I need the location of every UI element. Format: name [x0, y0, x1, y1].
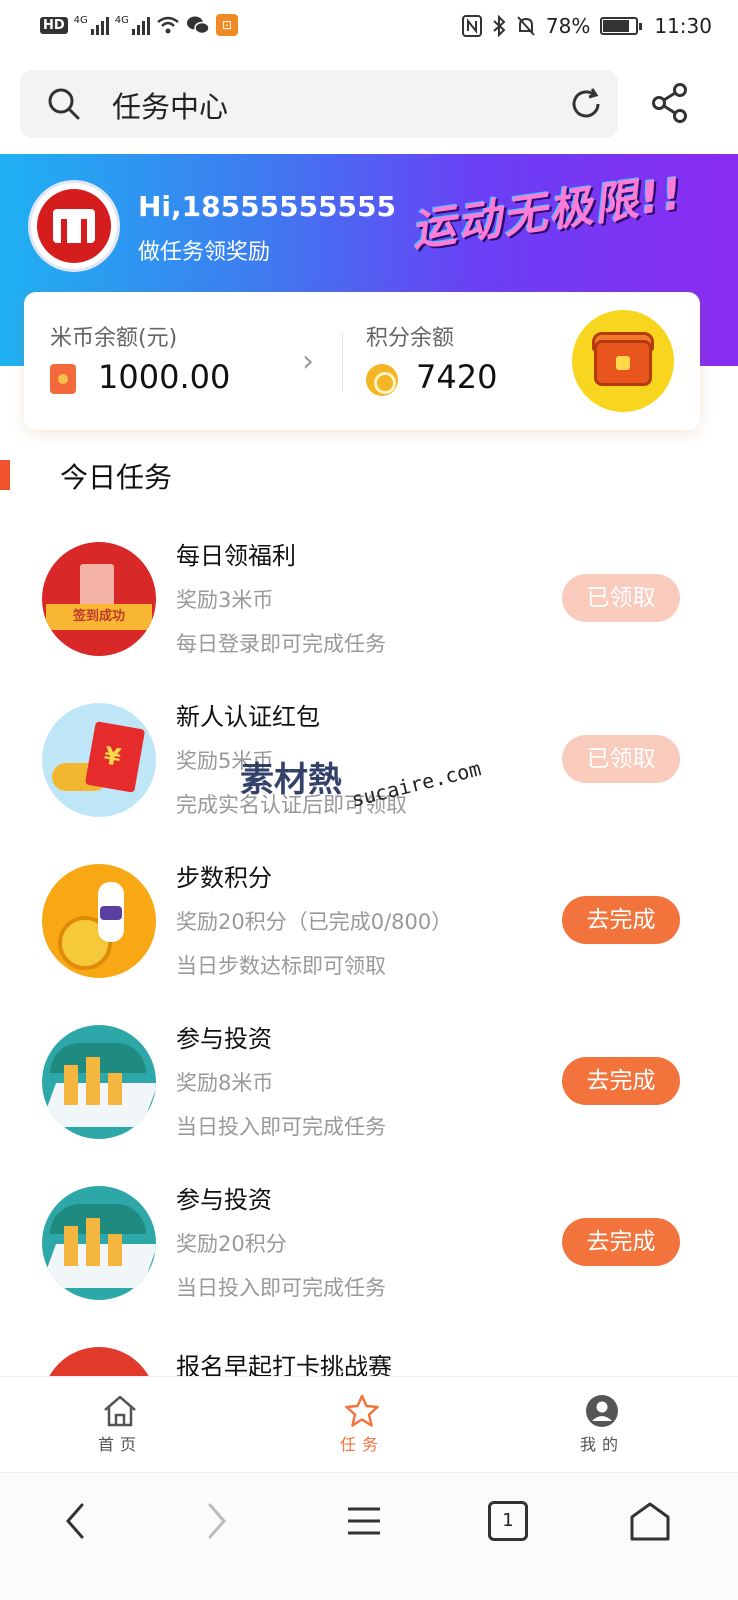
status-bar: HD 4G 4G ⊡ 78% 11:30	[0, 0, 738, 56]
home-outline-icon[interactable]	[628, 1501, 672, 1543]
browser-nav-bar: 1	[0, 1472, 738, 1600]
section-title: 今日任务	[60, 461, 173, 494]
task-title: 每日领福利	[176, 542, 296, 570]
task-item: 参与投资 奖励20积分 当日投入即可完成任务 去完成	[0, 1186, 738, 1346]
page-title: 任务中心	[112, 90, 229, 124]
task-description: 每日登录即可完成任务	[176, 632, 386, 656]
wechat-icon	[186, 16, 210, 35]
search-bar[interactable]: 任务中心	[20, 70, 618, 138]
checkin-ribbon-text: 签到成功	[46, 604, 152, 630]
tab-tasks[interactable]: 任务	[312, 1393, 412, 1455]
battery-icon	[600, 17, 643, 35]
status-right: 78% 11:30	[461, 14, 712, 38]
checkin-thumbnail: 签到成功	[42, 542, 156, 656]
home-icon	[104, 1395, 136, 1427]
task-title: 参与投资	[176, 1186, 272, 1214]
task-title: 参与投资	[176, 1025, 272, 1053]
task-reward: 奖励20积分（已完成0/800）	[176, 910, 453, 934]
network-type-2: 4G	[114, 15, 129, 26]
investment-thumbnail	[42, 1186, 156, 1300]
balance-card: 米币余额(元) 1000.00 › 积分余额 7420	[24, 292, 700, 430]
task-description: 当日投入即可完成任务	[176, 1115, 386, 1139]
back-icon[interactable]	[60, 1501, 90, 1541]
task-item: 报名早起打卡挑战赛	[0, 1347, 738, 1376]
signal-icon-2: 4G	[115, 15, 150, 35]
runner-thumbnail	[42, 864, 156, 978]
go-complete-button[interactable]: 去完成	[562, 1218, 680, 1266]
investment-thumbnail	[42, 1025, 156, 1139]
share-icon[interactable]	[650, 82, 690, 124]
coin-balance-value: 1000.00	[98, 358, 231, 396]
tab-home-label: 首页	[97, 1435, 142, 1454]
points-balance-label: 积分余额	[366, 326, 455, 351]
task-description: 当日投入即可完成任务	[176, 1276, 386, 1300]
claimed-button[interactable]: 已领取	[562, 574, 680, 622]
nfc-icon	[461, 15, 482, 37]
coin-balance[interactable]: 米币余额(元) 1000.00 ›	[24, 292, 342, 430]
red-envelope-icon	[50, 364, 76, 394]
status-left: HD 4G 4G ⊡	[40, 14, 238, 36]
signal-icon: 4G	[74, 15, 109, 35]
chevron-right-icon: ›	[302, 344, 314, 379]
star-icon	[345, 1394, 379, 1427]
task-reward: 奖励20积分	[176, 1232, 287, 1256]
network-type-1: 4G	[73, 15, 88, 26]
watermark-text: 素材熱	[240, 760, 342, 800]
app-logo	[28, 180, 120, 272]
go-complete-button[interactable]: 去完成	[562, 896, 680, 944]
task-description: 当日步数达标即可领取	[176, 954, 386, 978]
wifi-icon	[157, 16, 179, 34]
battery-percent: 78%	[545, 14, 591, 38]
section-accent-bar	[0, 460, 10, 490]
search-icon[interactable]	[46, 86, 82, 122]
task-title: 报名早起打卡挑战赛	[176, 1353, 392, 1376]
banner-subtitle: 做任务领奖励	[138, 240, 271, 265]
balance-divider	[342, 332, 343, 392]
tab-mine-label: 我的	[579, 1435, 624, 1454]
task-item: 签到成功 每日领福利 奖励3米币 每日登录即可完成任务 已领取	[0, 542, 738, 702]
task-item: 参与投资 奖励8米币 当日投入即可完成任务 去完成	[0, 1025, 738, 1185]
bluetooth-icon	[493, 15, 506, 37]
claimed-button[interactable]: 已领取	[562, 735, 680, 783]
task-title: 步数积分	[176, 864, 272, 892]
challenge-thumbnail	[42, 1347, 156, 1376]
gold-coin-icon	[366, 364, 398, 396]
tabs-count-button[interactable]: 1	[488, 1501, 528, 1541]
forward-icon[interactable]	[202, 1501, 232, 1541]
task-reward: 奖励8米币	[176, 1071, 274, 1095]
task-title: 新人认证红包	[176, 703, 320, 731]
task-reward: 奖励3米币	[176, 588, 274, 612]
bottom-tab-bar: 首页 任务 我的	[0, 1376, 738, 1472]
clock: 11:30	[654, 14, 712, 38]
user-greeting: Hi,18555555555	[138, 190, 396, 223]
menu-icon[interactable]	[344, 1501, 384, 1541]
coin-balance-label: 米币余额(元)	[50, 326, 178, 351]
points-balance-value: 7420	[416, 358, 498, 396]
go-complete-button[interactable]: 去完成	[562, 1057, 680, 1105]
refresh-icon[interactable]	[568, 86, 604, 122]
tab-tasks-label: 任务	[339, 1435, 384, 1454]
app-notification-icon: ⊡	[215, 14, 238, 36]
tab-mine[interactable]: 我的	[552, 1393, 652, 1455]
red-envelope-thumbnail	[42, 703, 156, 817]
treasure-chest-icon[interactable]	[572, 310, 674, 412]
tab-home[interactable]: 首页	[70, 1393, 170, 1455]
bell-muted-icon	[517, 16, 535, 36]
user-avatar-icon	[586, 1395, 618, 1427]
hd-badge: HD	[40, 16, 68, 34]
task-item: 步数积分 奖励20积分（已完成0/800） 当日步数达标即可领取 去完成	[0, 864, 738, 1024]
